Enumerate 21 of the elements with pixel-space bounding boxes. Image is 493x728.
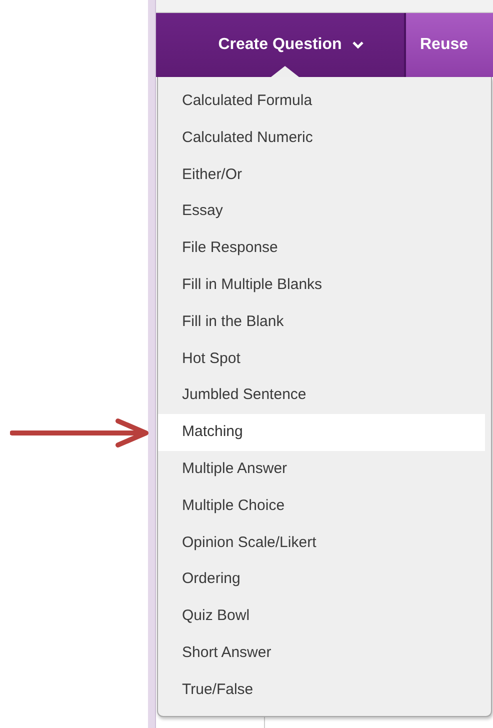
menu-item[interactable]: True/False	[158, 672, 485, 709]
menu-item[interactable]: Multiple Answer	[158, 450, 485, 488]
menu-item[interactable]: Either/Or	[158, 156, 485, 194]
menu-item[interactable]: Short Answer	[158, 634, 485, 672]
menu-item[interactable]: Fill in Multiple Blanks	[158, 266, 485, 304]
reuse-button[interactable]: Reuse	[406, 13, 493, 77]
menu-item[interactable]: Essay	[158, 193, 485, 230]
arrow-icon	[10, 418, 150, 448]
menu-item[interactable]: Multiple Choice	[158, 488, 485, 525]
menu-item[interactable]: Hot Spot	[158, 340, 485, 378]
menu-item[interactable]: Jumbled Sentence	[158, 377, 485, 414]
menu-item[interactable]: Ordering	[158, 561, 485, 598]
menu-item[interactable]: Quiz Bowl	[158, 598, 485, 635]
menu-item[interactable]: Matching	[158, 414, 485, 451]
menu-item[interactable]: Opinion Scale/Likert	[158, 524, 485, 562]
menu-item[interactable]: Calculated Formula	[158, 83, 485, 120]
menu-item[interactable]: File Response	[158, 230, 485, 267]
chevron-down-icon	[352, 41, 364, 49]
create-question-button[interactable]: Create Question	[156, 13, 406, 77]
menu-item[interactable]: Calculated Numeric	[158, 120, 485, 157]
menu-item[interactable]: Fill in the Blank	[158, 304, 485, 341]
